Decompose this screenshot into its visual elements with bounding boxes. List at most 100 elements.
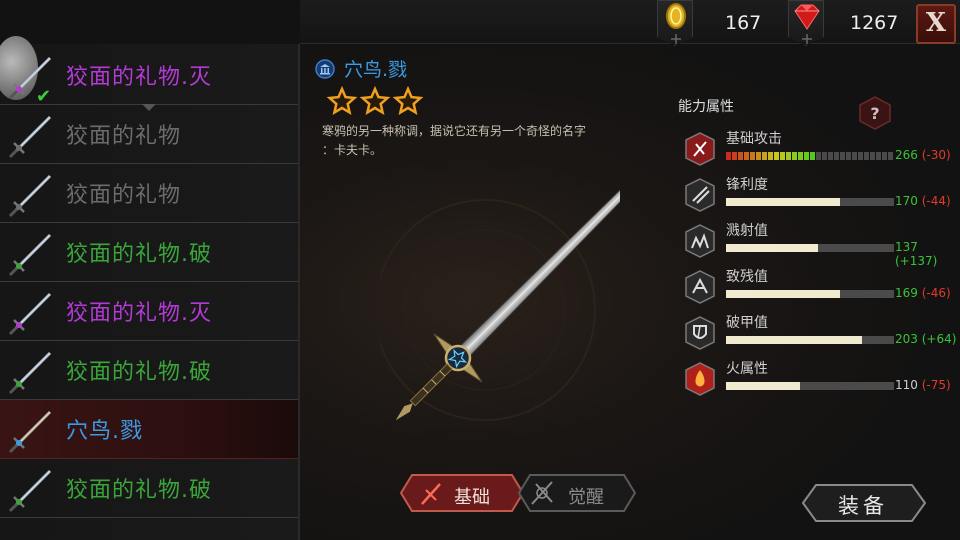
tab-basic-label: 基础	[454, 487, 490, 508]
stat-value-number: 169	[895, 286, 918, 300]
stat-bar-segment	[774, 152, 779, 160]
gem-slot[interactable]	[788, 0, 824, 46]
stat-bar-segment	[786, 152, 791, 160]
stat-name: 致残值	[726, 269, 768, 285]
stat-bar-fill	[726, 198, 841, 206]
weapon-description: 寒鸦的另一种称调，据说它还有另一个奇怪的名字 ：卡夫卡。	[322, 122, 622, 160]
weapon-list-item[interactable]: 狡面的礼物	[0, 105, 298, 164]
gold-slot[interactable]	[657, 0, 693, 46]
weapon-category-icon	[315, 59, 335, 79]
splash-icon	[685, 224, 715, 258]
stat-bar-segment	[882, 152, 887, 160]
stat-name: 锋利度	[726, 177, 768, 193]
stat-name: 基础攻击	[726, 131, 782, 147]
stat-name: 火属性	[726, 361, 768, 377]
stat-delta: (-75)	[921, 378, 951, 392]
weapon-list-item[interactable]: 狡面的礼物.破	[0, 459, 298, 518]
stat-bar-segment	[804, 152, 809, 160]
stat-bar	[726, 382, 894, 390]
weapon-name: 狡面的礼物.灭	[66, 301, 212, 326]
stat-bar-segment	[732, 152, 737, 160]
stat-bar-fill	[726, 244, 819, 252]
sword-thumbnail-icon	[8, 469, 52, 513]
stat-bar	[726, 152, 894, 160]
stats-title: 能力属性	[678, 99, 734, 115]
weapon-list[interactable]: 狡面的礼物.灭 ✔ 狡面的礼物 狡面的礼物 狡面的礼物.破 狡面的礼物.灭 狡面的礼物.破穴…	[0, 36, 300, 540]
stat-delta: (+64)	[921, 332, 957, 346]
weapon-name: 狡面的礼物.灭	[66, 65, 212, 90]
stat-bar-segment	[858, 152, 863, 160]
stat-name: 破甲值	[726, 315, 768, 331]
equipped-check-icon: ✔	[36, 86, 52, 107]
stat-value-number: 170	[895, 194, 918, 208]
stat-bar-segment	[756, 152, 761, 160]
stat-delta: (+137)	[895, 254, 938, 268]
stat-bar-segment	[750, 152, 755, 160]
stat-bar-segment	[852, 152, 857, 160]
weapon-name: 狡面的礼物	[66, 183, 182, 208]
stat-bar-segment	[840, 152, 845, 160]
weapon-list-item[interactable]: 狡面的礼物	[0, 164, 298, 223]
stat-value-number: 266	[895, 148, 918, 162]
description-line-1: 寒鸦的另一种称调，据说它还有另一个奇怪的名字	[322, 124, 587, 138]
star-icon	[326, 86, 358, 116]
star-icon	[359, 86, 391, 116]
weapon-name: 穴鸟.戮	[66, 419, 143, 444]
stat-value: 137 (+137)	[895, 240, 960, 268]
stat-bar-segment	[780, 152, 785, 160]
star-rating	[326, 86, 424, 116]
stat-bar-segment	[810, 152, 815, 160]
game-screen: 167 1267 X 狡面的礼物.灭 ✔ 狡面的礼物 狡面的礼物 狡面的礼物.破 狡面的礼…	[0, 0, 960, 540]
stat-bar-fill	[726, 290, 841, 298]
close-button[interactable]: X	[916, 4, 956, 44]
tab-awaken-label: 觉醒	[568, 487, 604, 508]
weapon-list-item[interactable]: 狡面的礼物.破	[0, 341, 298, 400]
stat-bar-segment	[834, 152, 839, 160]
equip-button-label: 装备	[838, 494, 888, 518]
stat-delta: (-44)	[921, 194, 951, 208]
sword-thumbnail-icon	[8, 410, 52, 454]
stat-bar-segment	[864, 152, 869, 160]
weapon-list-item[interactable]: 狡面的礼物.灭	[0, 282, 298, 341]
gem-amount: 1267	[850, 12, 899, 34]
stat-bar-segment	[726, 152, 731, 160]
stat-bar-segment	[792, 152, 797, 160]
weapon-list-item[interactable]: 狡面的礼物.灭 ✔	[0, 46, 298, 111]
weapon-title: 穴鸟.戮	[344, 59, 408, 81]
weapon-list-item[interactable]: 狡面的礼物.破	[0, 223, 298, 282]
stat-bar	[726, 198, 894, 206]
stat-bar-segment	[762, 152, 767, 160]
stat-value: 110 (-75)	[895, 378, 951, 392]
weapon-name: 狡面的礼物.破	[66, 360, 212, 385]
stat-bar-segment	[744, 152, 749, 160]
cripple-icon	[685, 270, 715, 304]
stat-bar	[726, 336, 894, 344]
stat-bar-segment	[738, 152, 743, 160]
stat-bar-fill	[726, 336, 863, 344]
stat-bar	[726, 290, 894, 298]
weapon-name: 狡面的礼物.破	[66, 478, 212, 503]
sword-thumbnail-icon	[8, 292, 52, 336]
armor-break-icon	[685, 316, 715, 350]
sharpness-icon	[685, 178, 715, 212]
stat-value: 266 (-30)	[895, 148, 951, 162]
sword-thumbnail-icon	[8, 115, 52, 159]
stat-value-number: 110	[895, 378, 918, 392]
weapon-name: 狡面的礼物.破	[66, 242, 212, 267]
star-icon	[392, 86, 424, 116]
stat-bar	[726, 244, 894, 252]
stat-bar-segment	[828, 152, 833, 160]
sword-thumbnail-icon	[8, 351, 52, 395]
weapon-name: 狡面的礼物	[66, 124, 182, 149]
stat-value-number: 203	[895, 332, 918, 346]
svg-text:?: ?	[870, 104, 879, 123]
weapon-list-item[interactable]: 穴鸟.戮	[0, 400, 298, 459]
description-line-2: ：卡夫卡。	[322, 143, 383, 157]
sword-thumbnail-icon	[8, 233, 52, 277]
attack-icon	[685, 132, 715, 166]
stat-bar-segment	[846, 152, 851, 160]
stat-bar-segment	[798, 152, 803, 160]
help-icon[interactable]: ?	[858, 96, 892, 130]
stat-delta: (-46)	[921, 286, 951, 300]
stat-value: 169 (-46)	[895, 286, 951, 300]
